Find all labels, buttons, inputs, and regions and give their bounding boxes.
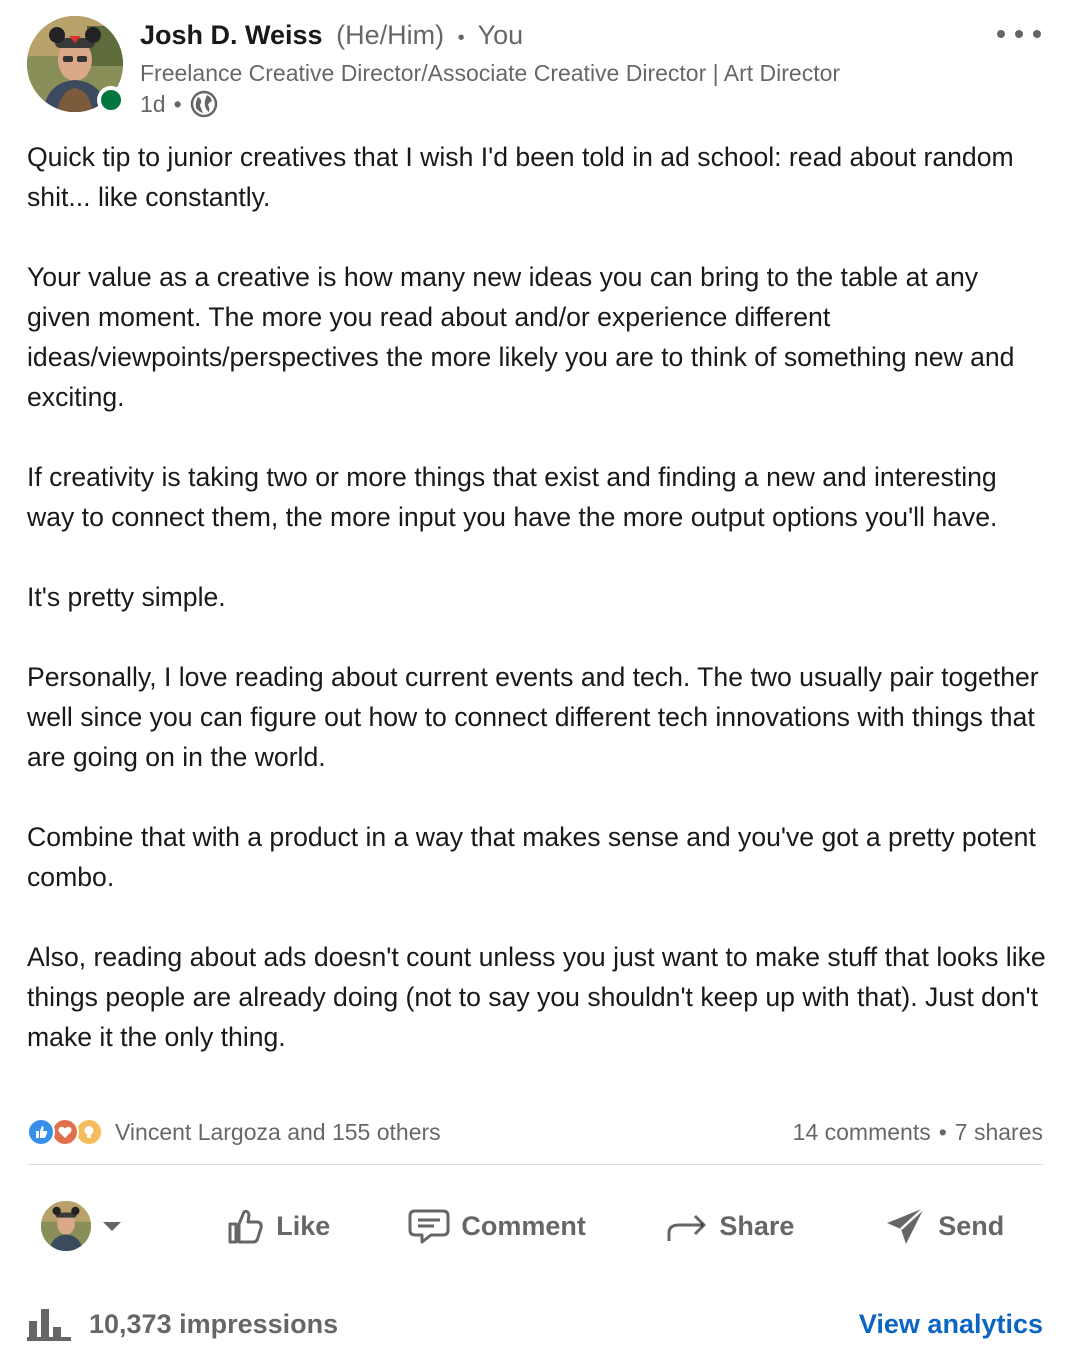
author-headline: Freelance Creative Director/Associate Cr…	[140, 60, 841, 86]
post-header: Josh D. Weiss (He/Him) • You Freelance C…	[27, 16, 1043, 120]
post-paragraph: If creativity is taking two or more thin…	[27, 462, 998, 532]
love-icon	[51, 1118, 79, 1146]
post-body: Quick tip to junior creatives that I wis…	[27, 137, 1047, 1057]
like-label: Like	[276, 1210, 331, 1241]
actor-switcher[interactable]	[27, 1194, 146, 1258]
insightful-icon	[75, 1118, 103, 1146]
more-options-button[interactable]	[995, 24, 1043, 44]
post-paragraph: Your value as a creative is how many new…	[27, 262, 1015, 412]
shares-count[interactable]: 7 shares	[955, 1119, 1043, 1146]
impressions-count: 10,373 impressions	[89, 1308, 339, 1339]
reaction-icons	[27, 1116, 107, 1148]
view-analytics-link[interactable]: View analytics	[859, 1309, 1043, 1340]
impressions: 10,373 impressions	[27, 1307, 338, 1341]
paper-plane-icon	[887, 1207, 926, 1244]
connection-degree: You	[477, 20, 524, 50]
author-name[interactable]: Josh D. Weiss	[140, 20, 323, 50]
post-paragraph: Combine that with a product in a way tha…	[27, 822, 1036, 892]
author-avatar-wrap[interactable]	[27, 16, 125, 114]
meta-separator: •	[173, 90, 182, 117]
share-arrow-icon	[667, 1214, 706, 1241]
reactions-text: Vincent Largoza and 155 others	[115, 1118, 441, 1145]
comment-button[interactable]: Comment	[387, 1194, 606, 1258]
post-paragraph: Also, reading about ads doesn't count un…	[27, 942, 1046, 1052]
like-button[interactable]: Like	[168, 1194, 387, 1258]
send-button[interactable]: Send	[845, 1194, 1043, 1258]
action-bar: Like Comment Share Send	[27, 1186, 1043, 1266]
post-meta: 1d •	[140, 90, 218, 118]
engagement-counts: 14 comments • 7 shares	[793, 1119, 1043, 1146]
online-status-dot	[97, 86, 125, 114]
divider	[27, 1164, 1043, 1165]
share-label: Share	[719, 1210, 795, 1241]
chevron-down-icon	[103, 1221, 121, 1231]
counts-separator: •	[938, 1118, 947, 1145]
globe-icon	[190, 90, 218, 118]
post-paragraph: Personally, I love reading about current…	[27, 662, 1039, 772]
comments-count[interactable]: 14 comments	[793, 1119, 931, 1146]
reactions-summary[interactable]: Vincent Largoza and 155 others	[27, 1116, 441, 1148]
post-paragraph: Quick tip to junior creatives that I wis…	[27, 142, 1014, 212]
thumbs-up-icon	[228, 1209, 263, 1244]
like-icon	[27, 1118, 55, 1146]
post-timestamp[interactable]: 1d	[140, 91, 166, 118]
comment-label: Comment	[461, 1210, 586, 1241]
ellipsis-icon-dot	[1033, 30, 1041, 38]
send-label: Send	[938, 1210, 1005, 1241]
analytics-footer: 10,373 impressions View analytics	[27, 1300, 1043, 1348]
share-button[interactable]: Share	[620, 1194, 839, 1258]
feed-post: Josh D. Weiss (He/Him) • You Freelance C…	[0, 0, 1070, 1360]
social-counts: Vincent Largoza and 155 others 14 commen…	[27, 1112, 1043, 1152]
name-separator: •	[457, 27, 465, 49]
bar-chart-icon	[27, 1309, 71, 1341]
author-pronouns: (He/Him)	[336, 20, 445, 50]
ellipsis-icon-dot	[997, 30, 1005, 38]
actor-avatar	[41, 1201, 91, 1251]
author-name-line: Josh D. Weiss (He/Him) • You	[140, 20, 523, 51]
post-paragraph: It's pretty simple.	[27, 582, 226, 612]
ellipsis-icon-dot	[1015, 30, 1023, 38]
comment-icon	[408, 1209, 450, 1244]
